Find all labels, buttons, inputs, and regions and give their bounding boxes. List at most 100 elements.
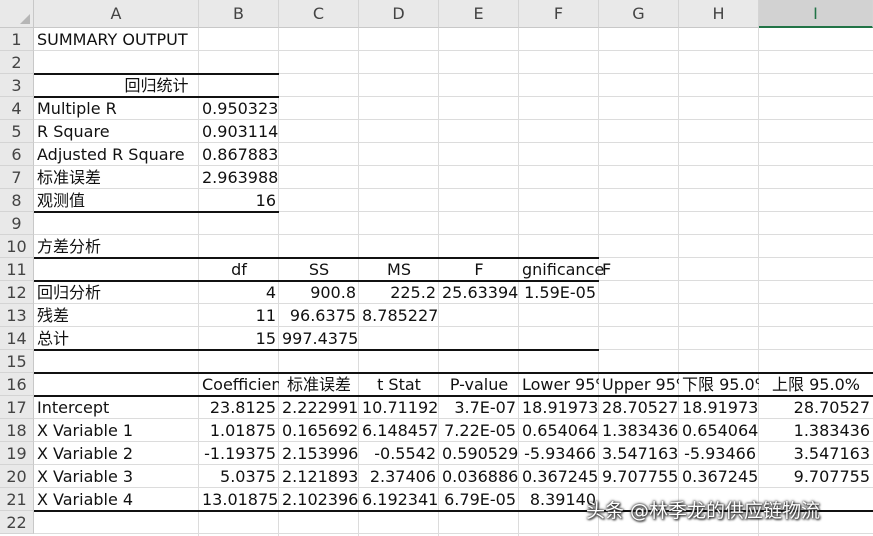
cell-d11[interactable]: MS [359,258,439,281]
row-header-4[interactable]: 4 [0,97,34,120]
cell-a1[interactable]: SUMMARY OUTPUT [34,28,199,51]
row-header-13[interactable]: 13 [0,304,34,327]
row-header-12[interactable]: 12 [0,281,34,304]
column-header-a[interactable]: A [34,0,199,28]
cell-b13[interactable]: 11 [199,304,279,327]
row-header-20[interactable]: 20 [0,465,34,488]
row-header-10[interactable]: 10 [0,235,34,258]
column-header-e[interactable]: E [439,0,519,28]
cell-e11[interactable]: F [439,258,519,281]
cell-d20[interactable]: 2.37406 [359,465,439,488]
cell-c21[interactable]: 2.102396 [279,488,359,511]
cell-a12[interactable]: 回归分析 [34,281,199,304]
row-header-22[interactable]: 22 [0,511,34,534]
select-all-corner[interactable] [0,0,34,28]
cell-d17[interactable]: 10.71192 [359,396,439,419]
cell-d21[interactable]: 6.192341 [359,488,439,511]
column-header-h[interactable]: H [679,0,759,28]
cell-b17[interactable]: 23.8125 [199,396,279,419]
cell-e17[interactable]: 3.7E-07 [439,396,519,419]
row-header-14[interactable]: 14 [0,327,34,350]
row-header-7[interactable]: 7 [0,166,34,189]
cell-g16[interactable]: Upper 95% [599,373,679,396]
cell-b7[interactable]: 2.963988 [199,166,279,189]
cell-a18[interactable]: X Variable 1 [34,419,199,442]
column-header-d[interactable]: D [359,0,439,28]
cell-b21[interactable]: 13.01875 [199,488,279,511]
cell-h20[interactable]: 0.367245 [679,465,759,488]
cell-e18[interactable]: 7.22E-05 [439,419,519,442]
cell-d16[interactable]: t Stat [359,373,439,396]
cell-f19[interactable]: -5.93466 [519,442,599,465]
cell-f12[interactable]: 1.59E-05 [519,281,599,304]
cell-b8[interactable]: 16 [199,189,279,212]
cell-c20[interactable]: 2.121893 [279,465,359,488]
cell-e20[interactable]: 0.036886 [439,465,519,488]
cell-b20[interactable]: 5.0375 [199,465,279,488]
cell-b5[interactable]: 0.903114 [199,120,279,143]
cell-h19[interactable]: -5.93466 [679,442,759,465]
cell-g19[interactable]: 3.547163 [599,442,679,465]
row-header-1[interactable]: 1 [0,28,34,51]
cell-h18[interactable]: 0.654064 [679,419,759,442]
cell-f17[interactable]: 18.91973 [519,396,599,419]
cell-b19[interactable]: -1.19375 [199,442,279,465]
cell-d12[interactable]: 225.2 [359,281,439,304]
row-header-16[interactable]: 16 [0,373,34,396]
row-header-11[interactable]: 11 [0,258,34,281]
cell-a14[interactable]: 总计 [34,327,199,350]
cell-d19[interactable]: -0.5542 [359,442,439,465]
cell-c18[interactable]: 0.165692 [279,419,359,442]
cell-e19[interactable]: 0.590529 [439,442,519,465]
cell-c19[interactable]: 2.153996 [279,442,359,465]
cell-a13[interactable]: 残差 [34,304,199,327]
cell-c17[interactable]: 2.222991 [279,396,359,419]
cell-a20[interactable]: X Variable 3 [34,465,199,488]
cell-g18[interactable]: 1.383436 [599,419,679,442]
cell-g11[interactable]: F [599,258,679,281]
cell-a5[interactable]: R Square [34,120,199,143]
row-header-9[interactable]: 9 [0,212,34,235]
cell-d18[interactable]: 6.148457 [359,419,439,442]
cell-a21[interactable]: X Variable 4 [34,488,199,511]
cell-c12[interactable]: 900.8 [279,281,359,304]
cell-f20[interactable]: 0.367245 [519,465,599,488]
cell-i16[interactable]: 上限 95.0% [759,373,873,396]
cell-e12[interactable]: 25.63394 [439,281,519,304]
row-header-19[interactable]: 19 [0,442,34,465]
cell-b11[interactable]: df [199,258,279,281]
column-header-c[interactable]: C [279,0,359,28]
cell-c16[interactable]: 标准误差 [279,373,359,396]
cell-b4[interactable]: 0.950323 [199,97,279,120]
cell-a10[interactable]: 方差分析 [34,235,199,258]
row-header-5[interactable]: 5 [0,120,34,143]
cell-b12[interactable]: 4 [199,281,279,304]
cell-c11[interactable]: SS [279,258,359,281]
cell-b14[interactable]: 15 [199,327,279,350]
cell-b6[interactable]: 0.867883 [199,143,279,166]
cell-i17[interactable]: 28.70527 [759,396,873,419]
cell-d13[interactable]: 8.785227 [359,304,439,327]
row-header-3[interactable]: 3 [0,74,34,97]
cell-a3[interactable]: 回归统计 [34,74,279,97]
cell-a19[interactable]: X Variable 2 [34,442,199,465]
row-header-2[interactable]: 2 [0,51,34,74]
cell-g17[interactable]: 28.70527 [599,396,679,419]
row-header-8[interactable]: 8 [0,189,34,212]
cell-b16[interactable]: Coefficients [199,373,279,396]
cell-b18[interactable]: 1.01875 [199,419,279,442]
cell-a4[interactable]: Multiple R [34,97,199,120]
row-header-21[interactable]: 21 [0,488,34,511]
row-header-6[interactable]: 6 [0,143,34,166]
cell-f18[interactable]: 0.654064 [519,419,599,442]
cell-i19[interactable]: 3.547163 [759,442,873,465]
column-header-i[interactable]: I [759,0,873,28]
cell-h17[interactable]: 18.91973 [679,396,759,419]
cell-h16[interactable]: 下限 95.0% [679,373,759,396]
cell-g20[interactable]: 9.707755 [599,465,679,488]
cell-e16[interactable]: P-value [439,373,519,396]
cell-a8[interactable]: 观测值 [34,189,199,212]
cell-f16[interactable]: Lower 95% [519,373,599,396]
cell-i18[interactable]: 1.383436 [759,419,873,442]
cell-i20[interactable]: 9.707755 [759,465,873,488]
